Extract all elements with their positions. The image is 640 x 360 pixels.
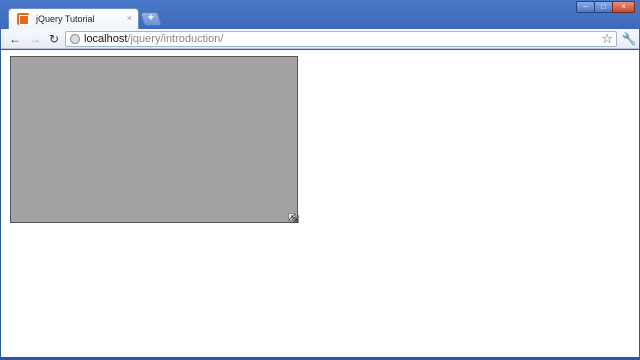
forward-button[interactable]: → xyxy=(27,31,43,47)
close-icon: × xyxy=(621,2,626,11)
url-path: /jquery/introduction/ xyxy=(127,33,224,45)
close-window-button[interactable]: × xyxy=(612,1,635,13)
tab-title: jQuery Tutorial xyxy=(36,14,95,24)
url-text[interactable]: localhost/jquery/introduction/ xyxy=(84,33,223,45)
globe-icon xyxy=(70,34,80,44)
reload-button[interactable]: ↻ xyxy=(46,31,62,47)
tab-strip: jQuery Tutorial × + – □ × xyxy=(0,0,640,30)
browser-toolbar: ← → ↻ localhost/jquery/introduction/ ☆ 🔧 xyxy=(1,29,639,49)
browser-window: jQuery Tutorial × + – □ × ← → ↻ localhos… xyxy=(0,0,640,360)
minimize-button[interactable]: – xyxy=(576,1,595,13)
tab-close-icon[interactable]: × xyxy=(127,13,132,23)
bookmark-star-icon[interactable]: ☆ xyxy=(601,31,613,47)
maximize-icon: □ xyxy=(601,2,606,11)
page-favicon-icon xyxy=(17,13,29,25)
page-viewport: ⇲ xyxy=(1,50,639,357)
mouse-cursor-icon: ⇲ xyxy=(290,214,300,226)
minimize-icon: – xyxy=(583,2,588,11)
tab-jquery-tutorial[interactable]: jQuery Tutorial × xyxy=(8,8,139,30)
maximize-button[interactable]: □ xyxy=(594,1,613,13)
resizable-box[interactable] xyxy=(10,56,298,223)
address-bar[interactable]: localhost/jquery/introduction/ ☆ xyxy=(65,31,617,47)
back-button[interactable]: ← xyxy=(7,31,23,47)
wrench-menu-button[interactable]: 🔧 xyxy=(621,31,637,47)
url-host: localhost xyxy=(84,33,128,45)
plus-icon: + xyxy=(147,12,155,24)
new-tab-button[interactable]: + xyxy=(139,12,163,26)
